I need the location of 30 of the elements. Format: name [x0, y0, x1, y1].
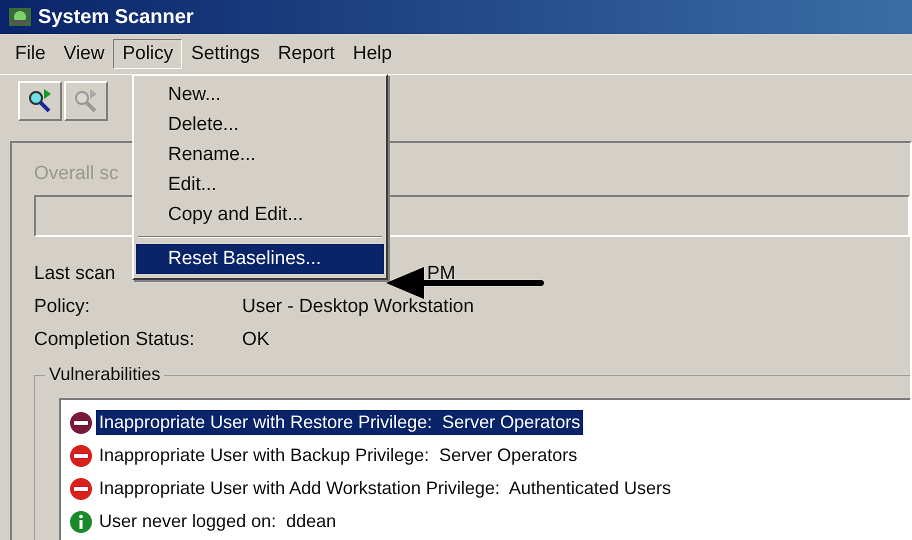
vulnerability-item[interactable]: Inappropriate User with Add Workstation Privilege: Authenticated Users — [96, 476, 674, 501]
menu-item[interactable]: Report — [268, 39, 344, 69]
menu-option[interactable]: New... — [136, 80, 384, 110]
overall-score-label: Overall sc — [34, 163, 118, 185]
menu-item[interactable]: Help — [344, 39, 401, 69]
detail-value: User - Desktop Workstation — [242, 296, 474, 318]
vulnerability-item[interactable]: Inappropriate User with Restore Privilege: Server Operators — [96, 410, 584, 435]
detail-label: Completion Status: — [34, 329, 195, 351]
menu-item[interactable]: File — [6, 39, 55, 69]
stop-icon — [69, 444, 93, 468]
menu-option[interactable]: Reset Baselines... — [136, 244, 384, 274]
detail-label: Last scan — [34, 263, 116, 285]
stop-icon — [69, 476, 93, 500]
menu-option[interactable]: Edit... — [136, 170, 384, 200]
app-icon — [8, 6, 32, 28]
toolbar-button[interactable] — [18, 81, 62, 121]
info-icon — [69, 510, 93, 534]
menu-option[interactable]: Delete... — [136, 110, 384, 140]
stop-icon — [69, 410, 93, 434]
menu-option[interactable]: Copy and Edit... — [136, 200, 384, 230]
detail-value: PM — [427, 263, 456, 285]
menu-option[interactable]: Rename... — [136, 140, 384, 170]
menu-item[interactable]: Settings — [182, 39, 269, 69]
vulnerability-item[interactable]: User never logged on: ddean — [96, 509, 340, 534]
menu-item[interactable]: Policy — [113, 39, 182, 69]
vulnerability-item[interactable]: Inappropriate User with Backup Privilege: Server Operators — [96, 443, 580, 468]
detail-value: OK — [242, 329, 270, 351]
menu-item[interactable]: View — [54, 39, 114, 69]
detail-label: Policy: — [34, 296, 90, 318]
window-title: System Scanner — [38, 6, 194, 28]
